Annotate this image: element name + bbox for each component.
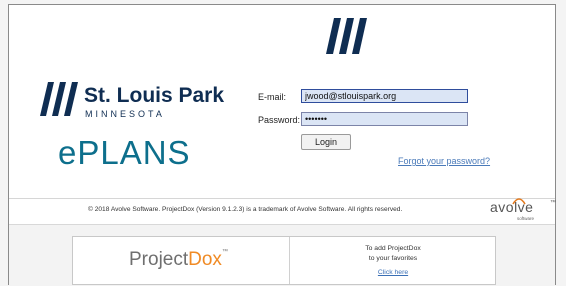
- projectdox-logo: ProjectDox™: [129, 249, 228, 271]
- projectdox-logo-project: Project: [129, 249, 189, 270]
- projectdox-panel: ProjectDox™ To add ProjectDox to your fa…: [72, 236, 496, 285]
- divider: [9, 198, 555, 199]
- forgot-password-link[interactable]: Forgot your password?: [398, 156, 490, 166]
- email-label: E-mail:: [258, 92, 287, 102]
- login-button[interactable]: Login: [301, 134, 351, 150]
- projectdox-logo-tm: ™: [221, 249, 228, 255]
- product-title: ePLANS: [58, 134, 191, 171]
- brand-logo: St. Louis Park MINNESOTA: [40, 82, 224, 120]
- avolve-tm: ™: [550, 200, 556, 206]
- projectdox-logo-dox: Dox: [188, 249, 222, 270]
- email-field[interactable]: [301, 89, 468, 103]
- add-favorite-link[interactable]: Click here: [289, 269, 497, 276]
- password-label: Password:: [258, 115, 301, 125]
- brand-stripes-icon: [40, 82, 78, 116]
- avolve-swoosh-icon: [512, 198, 526, 205]
- stripes-logo-icon: [326, 18, 368, 58]
- favorites-line-1: To add ProjectDox: [365, 245, 421, 252]
- favorites-line-2: to your favorites: [368, 255, 418, 262]
- copyright-text: © 2018 Avolve Software. ProjectDox (Vers…: [88, 206, 403, 213]
- avolve-subtitle: software: [517, 216, 535, 221]
- brand-state: MINNESOTA: [85, 109, 165, 119]
- brand-name: St. Louis Park: [84, 84, 225, 107]
- password-field[interactable]: [301, 112, 468, 126]
